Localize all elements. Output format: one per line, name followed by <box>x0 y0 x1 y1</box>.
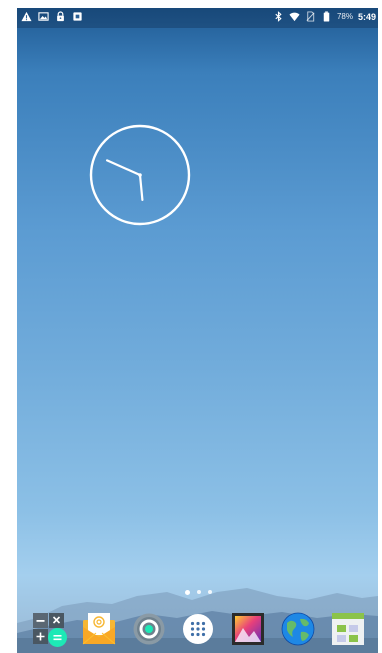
page-dot[interactable] <box>197 590 201 594</box>
wifi-icon <box>289 12 300 22</box>
page-indicator[interactable] <box>185 589 212 595</box>
battery-icon <box>323 11 330 22</box>
bluetooth-icon <box>275 11 282 22</box>
status-time: 5:49 <box>357 11 376 22</box>
status-bar: 78% 5:49 <box>17 8 378 28</box>
page-dot[interactable] <box>185 589 190 595</box>
app-dock <box>17 606 378 653</box>
calculator-icon[interactable] <box>30 610 68 648</box>
clock-hour-hand <box>138 173 144 202</box>
no-sim-icon <box>306 11 315 22</box>
analog-clock-widget[interactable] <box>88 123 192 227</box>
clock-minute-hand <box>106 159 142 177</box>
home-screen: 78% 5:49 <box>17 8 378 653</box>
app-drawer-icon[interactable] <box>179 610 217 648</box>
page-dot[interactable] <box>208 590 212 594</box>
gallery-icon[interactable] <box>229 610 267 648</box>
folder-icon[interactable] <box>329 610 367 648</box>
image-icon <box>38 12 49 21</box>
settings-icon[interactable] <box>130 610 168 648</box>
notification-icon <box>73 12 82 21</box>
email-icon[interactable] <box>80 610 118 648</box>
battery-percentage: 78% <box>336 12 353 21</box>
notification-icons <box>21 11 83 22</box>
warning-icon <box>21 11 32 22</box>
lock-icon <box>57 11 64 22</box>
globe-icon[interactable] <box>279 610 317 648</box>
system-icons: 78% 5:49 <box>273 11 376 22</box>
